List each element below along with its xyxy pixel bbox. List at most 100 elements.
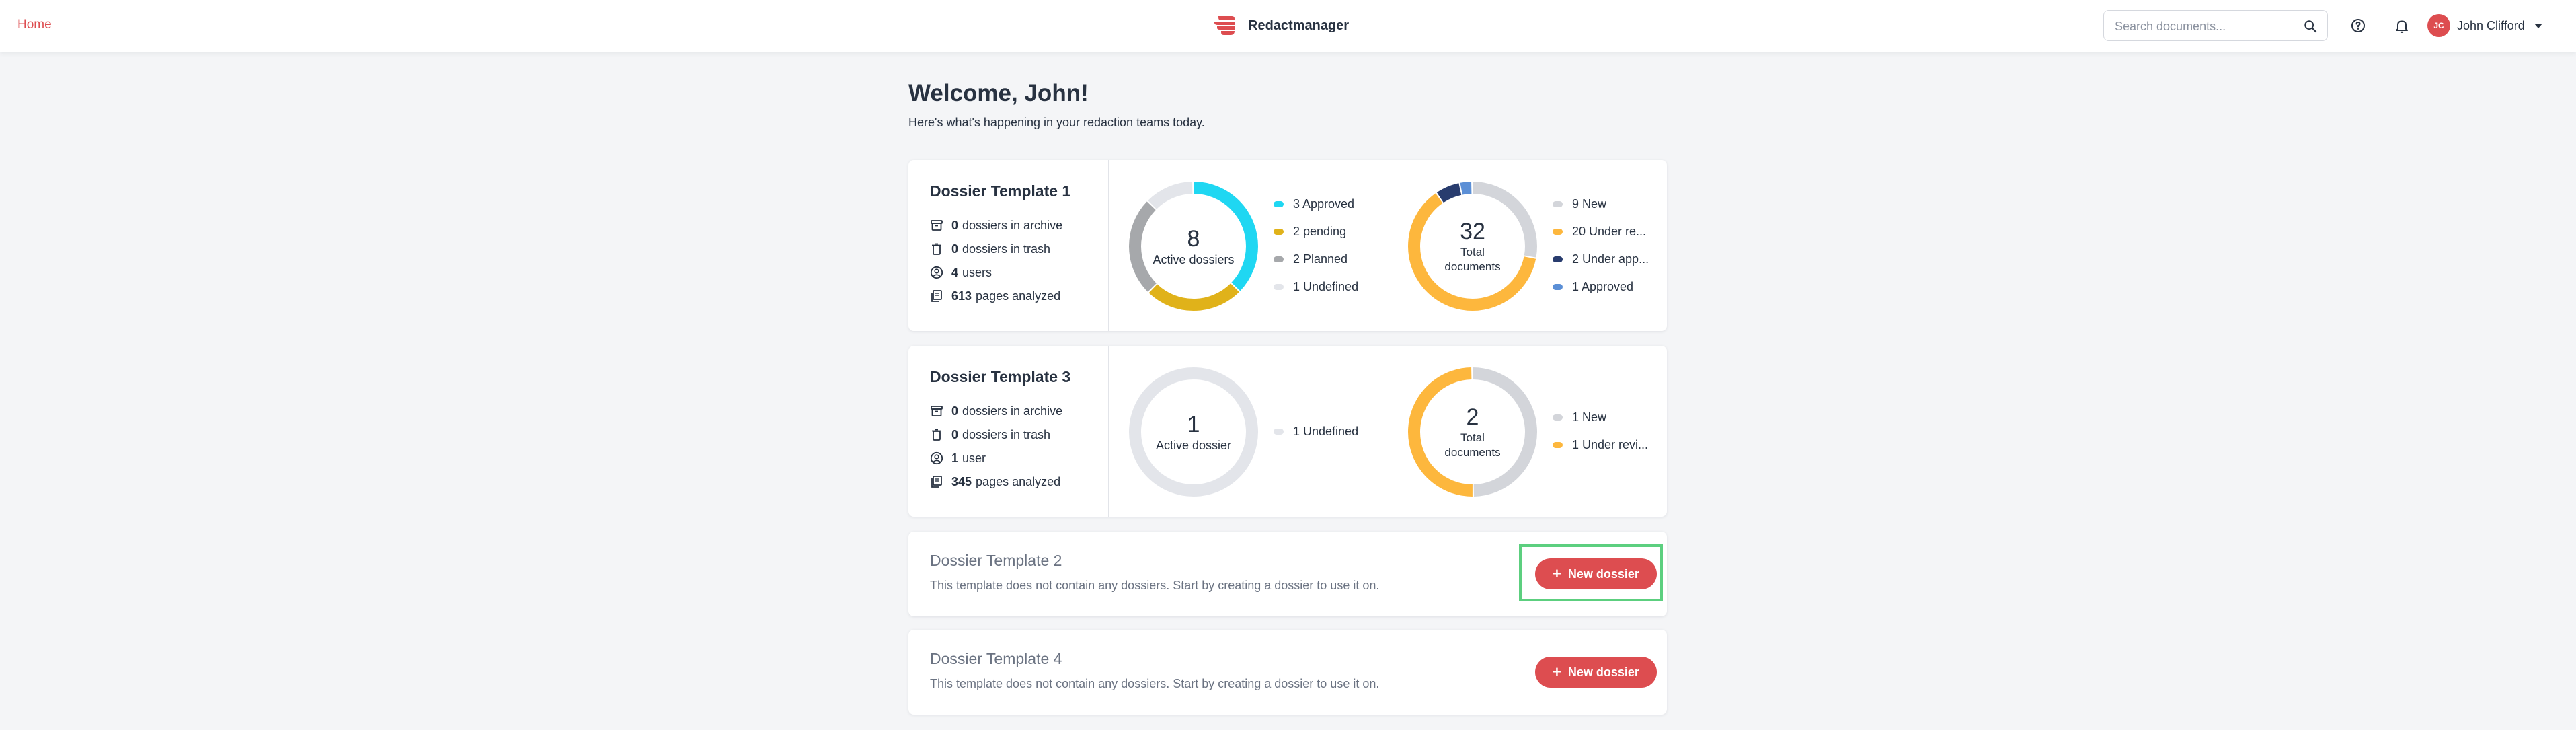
home-link[interactable]: Home [17,17,52,32]
chart-legend: 9 New 20 Under re... 2 Under app... 1 Appro… [1553,160,1667,331]
stat-value: 345 [951,474,972,488]
legend-label: 20 Under re... [1572,225,1647,238]
focus-highlight [1519,544,1663,601]
donut-total: 32 [1460,219,1485,244]
divider [1108,160,1109,331]
donut-chart: 2 Total documents [1407,366,1538,498]
chart-legend: 1 Undefined [1274,346,1388,517]
stat-label: pages analyzed [976,474,1061,488]
template-stat: 0 dossiers in archive [930,403,1062,419]
template-stat: 1 user [930,450,986,466]
legend-swatch [1553,201,1563,207]
stat-label: users [962,265,992,279]
pages-icon [931,290,942,302]
top-navigation-bar: Home Redactmanager JC John Clifford [0,0,2576,52]
search-icon[interactable] [2303,19,2318,34]
pages-icon [931,476,942,488]
plus-icon: + [1553,663,1561,680]
legend-label: 2 Under app... [1572,252,1649,266]
page-subtitle: Here's what's happening in your redactio… [908,116,1205,129]
legend-item[interactable]: 9 New [1553,196,1606,213]
redactmanager-logo-icon [1214,16,1235,35]
help-icon[interactable] [2350,17,2366,34]
template-card: Dossier Template 1 0 dossiers in archive 0 d… [908,160,1667,331]
brand[interactable]: Redactmanager [1212,12,1349,39]
template-card: Dossier Template 3 0 dossiers in archive 0 d… [908,346,1667,517]
trash-icon [932,429,941,441]
stat-value: 613 [951,289,972,303]
notifications-bell-icon[interactable] [2394,17,2410,34]
search-input[interactable] [2113,11,2298,42]
donut-center: 1 Active dossier [1128,366,1259,498]
page-title: Welcome, John! [908,80,1089,106]
legend-item[interactable]: 3 Approved [1274,196,1354,213]
template-title[interactable]: Dossier Template 3 [930,368,1070,386]
template-stat: 0 dossiers in archive [930,217,1062,233]
donut-total: 8 [1187,226,1200,252]
template-description: This template does not contain any dossi… [930,677,1380,690]
legend-item[interactable]: 1 New [1553,410,1606,426]
legend-item[interactable]: 1 Approved [1553,279,1633,295]
user-name: John Clifford [2457,18,2525,32]
legend-label: 1 Undefined [1293,424,1359,438]
stat-value: 0 [951,427,959,441]
legend-swatch [1274,428,1284,435]
stat-label: dossiers in archive [962,404,1063,418]
search-box [2103,10,2328,42]
stat-label: user [962,451,986,465]
stat-value: 1 [951,451,959,465]
template-stat: 345 pages analyzed [930,474,1060,490]
template-stat: 4 users [930,264,992,281]
legend-label: 1 Approved [1572,280,1634,293]
legend-item[interactable]: 2 Under app... [1553,252,1649,268]
stat-label: dossiers in trash [962,427,1051,441]
legend-item[interactable]: 1 Undefined [1274,279,1358,295]
donut-center: 8 Active dossiers [1128,180,1259,312]
divider [1108,346,1109,517]
legend-swatch [1274,256,1284,262]
trash-icon [932,243,941,255]
stat-label: dossiers in trash [962,242,1051,256]
legend-item[interactable]: 1 Undefined [1274,423,1358,439]
template-stat: 0 dossiers in trash [930,427,1050,443]
legend-label: 3 Approved [1293,197,1355,211]
legend-label: 1 Undefined [1293,280,1359,293]
stat-value: 4 [951,265,959,279]
new-dossier-button[interactable]: + New dossier [1535,657,1657,688]
donut-chart: 32 Total documents [1407,180,1538,312]
donut-total: 2 [1466,404,1479,430]
stat-label: pages analyzed [976,289,1061,303]
template-stat: 0 dossiers in trash [930,241,1050,257]
legend-item[interactable]: 1 Under revi... [1553,437,1648,453]
new-dossier-button-label: New dossier [1567,665,1639,679]
stat-value: 0 [951,218,959,232]
stat-label: dossiers in archive [962,218,1063,232]
template-title[interactable]: Dossier Template 1 [930,182,1070,200]
user-menu[interactable]: JC John Clifford [2427,13,2542,38]
legend-item[interactable]: 2 Planned [1274,252,1348,268]
legend-label: 1 Under revi... [1572,438,1649,451]
template-title: Dossier Template 4 [930,650,1062,667]
donut-label: documents [1444,446,1501,459]
legend-item[interactable]: 20 Under re... [1553,224,1646,240]
legend-label: 2 Planned [1293,252,1348,266]
archive-icon [931,220,943,231]
legend-swatch [1553,284,1563,290]
legend-swatch [1274,284,1284,290]
legend-swatch [1553,256,1563,262]
donut-label: Total [1460,246,1485,258]
template-title: Dossier Template 2 [930,552,1062,569]
legend-swatch [1274,201,1284,207]
legend-swatch [1553,414,1563,421]
donut-chart: 8 Active dossiers [1128,180,1259,312]
legend-item[interactable]: 2 pending [1274,224,1346,240]
stat-value: 0 [951,404,959,418]
user-icon [930,451,943,465]
brand-name: Redactmanager [1248,17,1350,33]
archive-icon [931,406,943,416]
legend-label: 1 New [1572,410,1607,424]
chart-legend: 3 Approved 2 pending 2 Planned 1 Undefined [1274,160,1388,331]
template-description: This template does not contain any dossi… [930,579,1380,592]
template-stat: 613 pages analyzed [930,288,1060,304]
donut-chart: 1 Active dossier [1128,366,1259,498]
